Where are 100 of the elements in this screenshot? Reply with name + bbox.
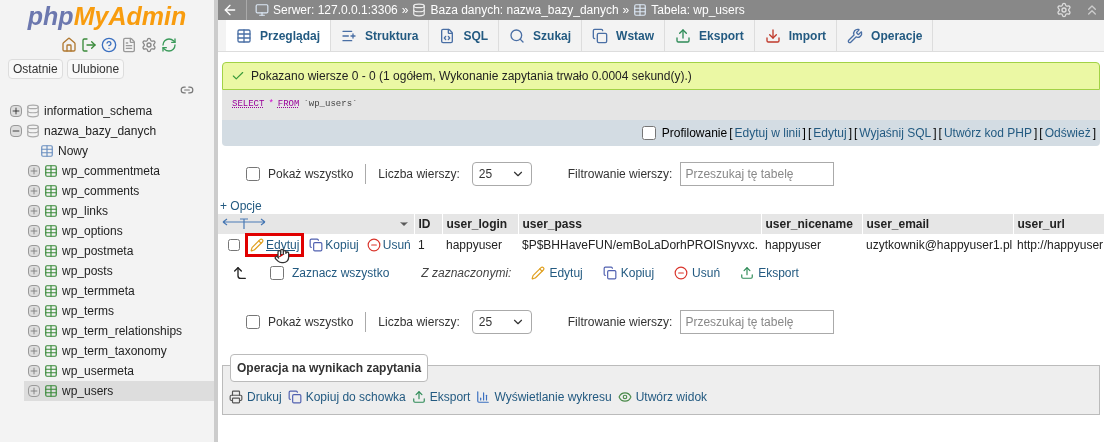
wrench-icon bbox=[847, 27, 864, 44]
row-action-link[interactable]: Kopiuj bbox=[309, 236, 359, 254]
table-icon bbox=[633, 3, 648, 17]
operation-link[interactable]: Utwórz widok bbox=[617, 388, 708, 406]
check-all-checkbox[interactable] bbox=[270, 266, 284, 280]
logo: phpMyAdmin bbox=[27, 4, 187, 29]
plus-icon bbox=[28, 225, 40, 237]
table-icon bbox=[44, 284, 58, 298]
query-link[interactable]: Edytuj bbox=[813, 124, 847, 142]
expander[interactable] bbox=[10, 105, 22, 117]
row-checkbox[interactable] bbox=[228, 239, 240, 251]
document-icon[interactable] bbox=[121, 37, 137, 53]
table-icon bbox=[44, 204, 58, 218]
tree-item[interactable]: wp_term_taxonomy bbox=[0, 341, 214, 361]
column-header[interactable]: ID bbox=[414, 214, 442, 234]
options-link[interactable]: + Opcje bbox=[218, 200, 1104, 212]
column-header[interactable]: user_login bbox=[442, 214, 518, 234]
row-action-link[interactable]: Edytuj bbox=[248, 236, 302, 254]
table-cell: uzytkownik@happyuser1.pl bbox=[862, 234, 1013, 256]
tree-item[interactable]: wp_links bbox=[0, 201, 214, 221]
column-resize-icon[interactable] bbox=[222, 218, 266, 230]
database-icon bbox=[26, 104, 40, 118]
query-link[interactable]: Wyjaśnij SQL bbox=[859, 124, 932, 142]
table-icon bbox=[236, 27, 252, 44]
settings-icon[interactable] bbox=[141, 37, 157, 53]
tree-item[interactable]: wp_commentmeta bbox=[0, 161, 214, 181]
table-icon bbox=[44, 344, 58, 358]
printer-icon bbox=[229, 390, 243, 404]
show-all-checkbox[interactable] bbox=[246, 315, 260, 329]
rows-select[interactable]: 25 bbox=[471, 310, 532, 334]
query-link[interactable]: Odśwież bbox=[1044, 124, 1091, 142]
query-link[interactable]: Edytuj w linii bbox=[734, 124, 801, 142]
tree-item[interactable]: wp_termmeta bbox=[0, 281, 214, 301]
operation-link[interactable]: Kopiuj do schowka bbox=[287, 388, 406, 406]
exit-icon[interactable] bbox=[81, 37, 97, 53]
document-icon bbox=[439, 27, 456, 44]
home-icon[interactable] bbox=[61, 37, 77, 53]
database-name[interactable]: nazwa_bazy_danych bbox=[44, 122, 157, 140]
expander[interactable] bbox=[10, 125, 22, 137]
table-icon bbox=[44, 324, 58, 338]
column-header[interactable]: user_url bbox=[1013, 214, 1104, 234]
link-icon[interactable] bbox=[180, 83, 194, 97]
database-name[interactable]: information_schema bbox=[44, 102, 153, 120]
sql-token: FROM bbox=[277, 98, 300, 112]
tree-item[interactable]: Nowy bbox=[0, 141, 214, 161]
tree-item[interactable]: wp_posts bbox=[0, 261, 214, 281]
monitor-icon bbox=[255, 3, 269, 17]
tab[interactable]: Przeglądaj bbox=[226, 20, 332, 51]
copy-icon bbox=[602, 266, 617, 280]
bulk-action-link[interactable]: Usuń bbox=[674, 264, 721, 282]
filter-input[interactable]: Przeszukaj tę tabelę bbox=[680, 310, 835, 334]
plus-icon bbox=[28, 245, 40, 257]
query-link[interactable]: Utwórz kod PHP bbox=[943, 124, 1032, 142]
tree-item[interactable]: wp_postmeta bbox=[0, 241, 214, 261]
breadcrumb-link[interactable]: Baza danych: nazwa_bazy_danych bbox=[430, 1, 619, 19]
sidebar-tab[interactable]: Ulubione bbox=[66, 59, 125, 79]
breadcrumb-link[interactable]: Serwer: 127.0.0.1:3306 bbox=[273, 1, 398, 19]
tree-item[interactable]: wp_usermeta bbox=[0, 361, 214, 381]
operation-link[interactable]: Drukuj bbox=[229, 388, 282, 406]
database-icon bbox=[412, 3, 427, 17]
separator: » bbox=[622, 2, 630, 19]
profiling-checkbox[interactable] bbox=[641, 126, 656, 140]
bracket: [ bbox=[729, 125, 733, 142]
plus-icon bbox=[11, 106, 21, 116]
bulk-action-link[interactable]: Kopiuj bbox=[602, 264, 655, 282]
copy-icon bbox=[287, 390, 302, 404]
tree-item[interactable]: wp_options bbox=[0, 221, 214, 241]
show-all-checkbox[interactable] bbox=[246, 167, 260, 181]
plus-icon bbox=[28, 345, 40, 357]
rows-label: Liczba wierszy: bbox=[378, 166, 460, 183]
operation-link[interactable]: Wyświetlanie wykresu bbox=[476, 388, 612, 406]
breadcrumb-link[interactable]: Tabela: wp_users bbox=[651, 1, 745, 19]
tree-item[interactable]: wp_users bbox=[24, 381, 214, 401]
tree-item[interactable]: wp_term_relationships bbox=[0, 321, 214, 341]
operation-link[interactable]: Eksport bbox=[411, 388, 471, 406]
column-header[interactable]: user_email bbox=[862, 214, 1013, 234]
rows-label: Liczba wierszy: bbox=[378, 314, 460, 331]
table-icon bbox=[44, 364, 58, 378]
column-header[interactable]: user_nicename bbox=[761, 214, 862, 234]
operations-title: Operacja na wynikach zapytania bbox=[230, 354, 429, 382]
tree-item[interactable]: wp_terms bbox=[0, 301, 214, 321]
profiling-label: Profilowanie bbox=[661, 125, 728, 142]
check-all-label[interactable]: Zaznacz wszystko bbox=[292, 264, 390, 282]
reload-icon[interactable] bbox=[161, 37, 177, 53]
tree-item[interactable]: wp_comments bbox=[0, 181, 214, 201]
help-icon[interactable] bbox=[101, 37, 117, 53]
bulk-action-link[interactable]: Eksport bbox=[740, 264, 799, 282]
filter-input[interactable]: Przeszukaj tę tabelę bbox=[680, 162, 835, 186]
row-action-link[interactable]: Usuń bbox=[366, 236, 411, 254]
table-icon bbox=[44, 164, 58, 178]
bracket: [ bbox=[807, 125, 812, 142]
plus-icon bbox=[28, 205, 40, 217]
rows-select[interactable]: 25 bbox=[471, 162, 532, 186]
plus-icon bbox=[28, 185, 40, 197]
bulk-action-link[interactable]: Edytuj bbox=[531, 264, 583, 282]
plus-icon bbox=[28, 285, 40, 297]
sidebar-tab[interactable]: Ostatnie bbox=[8, 59, 63, 79]
bracket: ] bbox=[1092, 125, 1096, 142]
column-header[interactable]: user_pass bbox=[518, 214, 761, 234]
table-icon bbox=[44, 264, 58, 278]
